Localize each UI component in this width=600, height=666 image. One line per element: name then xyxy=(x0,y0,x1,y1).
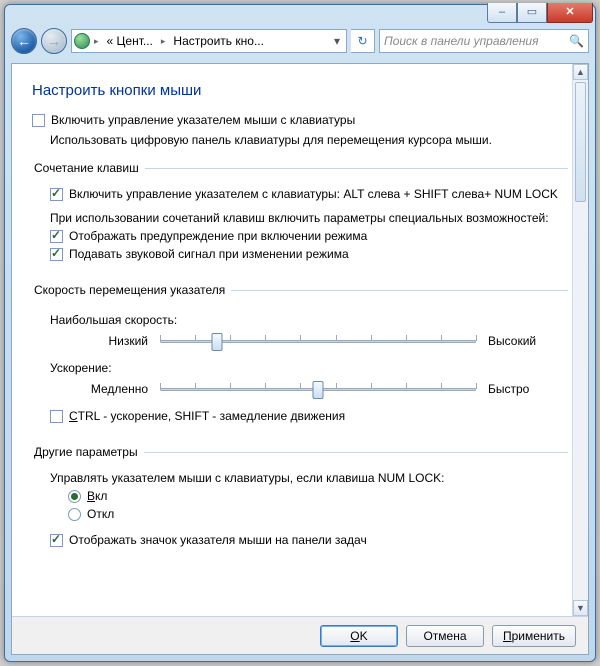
ok-button[interactable]: OK xyxy=(320,625,398,647)
numlock-on-label: Вкл xyxy=(87,489,107,503)
breadcrumb-seg-2[interactable]: Настроить кно... xyxy=(169,34,268,48)
numlock-on-radio[interactable] xyxy=(68,490,81,503)
search-placeholder: Поиск в панели управления xyxy=(384,34,539,48)
breadcrumb-caret: ▸ xyxy=(92,36,101,47)
search-icon[interactable]: 🔍 xyxy=(569,34,584,48)
breadcrumb-caret: ▸ xyxy=(159,36,168,47)
top-speed-low-label: Низкий xyxy=(68,334,148,348)
speed-legend: Скорость перемещения указателя xyxy=(32,283,231,297)
numlock-off-label: Откл xyxy=(87,507,114,521)
warning-label: Отображать предупреждение при включении … xyxy=(69,229,367,243)
control-panel-icon xyxy=(74,33,90,49)
accel-slow-label: Медленно xyxy=(68,382,148,396)
accel-fast-label: Быстро xyxy=(488,382,568,396)
numlock-off-radio[interactable] xyxy=(68,508,81,521)
other-group: Другие параметры Управлять указателем мы… xyxy=(32,445,568,555)
scroll-down-icon[interactable]: ▼ xyxy=(573,600,588,616)
hotkey-enable-label: Включить управление указателем с клавиат… xyxy=(69,187,558,201)
sound-checkbox[interactable] xyxy=(50,248,63,261)
tray-icon-checkbox[interactable] xyxy=(50,534,63,547)
top-speed-slider[interactable] xyxy=(160,331,476,351)
ctrl-shift-label: CTRL - ускорение, SHIFT - замедление дви… xyxy=(69,409,345,423)
window-frame: – ▭ ✕ ← → ▸ « Цент... ▸ Настроить кно...… xyxy=(4,4,596,662)
apply-button[interactable]: Применить xyxy=(492,625,576,647)
hotkey-enable-checkbox[interactable] xyxy=(50,188,63,201)
content-frame: Настроить кнопки мыши Включить управлени… xyxy=(11,63,589,655)
other-legend: Другие параметры xyxy=(32,445,144,459)
maximize-button[interactable]: ▭ xyxy=(517,3,547,23)
scroll-thumb[interactable] xyxy=(575,82,586,202)
enable-mousekeys-checkbox[interactable] xyxy=(32,114,45,127)
search-input[interactable]: Поиск в панели управления 🔍 xyxy=(379,29,589,53)
enable-mousekeys-label: Включить управление указателем мыши с кл… xyxy=(51,113,355,127)
nav-toolbar: ← → ▸ « Цент... ▸ Настроить кно... ▾ ↻ П… xyxy=(11,25,589,57)
accel-slider[interactable] xyxy=(160,379,476,399)
accel-label: Ускорение: xyxy=(50,361,568,375)
hotkeys-group: Сочетание клавиш Включить управление ука… xyxy=(32,161,568,269)
forward-button[interactable]: → xyxy=(41,28,67,54)
close-button[interactable]: ✕ xyxy=(547,3,593,23)
ctrl-shift-checkbox[interactable] xyxy=(50,410,63,423)
warning-checkbox[interactable] xyxy=(50,230,63,243)
top-speed-high-label: Высокий xyxy=(488,334,568,348)
dialog-footer: OK Отмена Применить xyxy=(12,616,588,654)
numlock-label: Управлять указателем мыши с клавиатуры, … xyxy=(50,471,445,485)
page-title: Настроить кнопки мыши xyxy=(32,82,568,99)
cancel-button[interactable]: Отмена xyxy=(406,625,484,647)
breadcrumb-seg-1[interactable]: « Цент... xyxy=(103,34,157,48)
sound-label: Подавать звуковой сигнал при изменении р… xyxy=(69,247,349,261)
scroll-up-icon[interactable]: ▲ xyxy=(573,64,588,80)
speed-group: Скорость перемещения указателя Наибольша… xyxy=(32,283,568,431)
address-bar[interactable]: ▸ « Цент... ▸ Настроить кно... ▾ xyxy=(71,29,347,53)
minimize-button[interactable]: – xyxy=(487,3,517,23)
content-area: Настроить кнопки мыши Включить управлени… xyxy=(12,64,588,616)
hotkeys-legend: Сочетание клавиш xyxy=(32,161,145,175)
titlebar: – ▭ ✕ xyxy=(5,5,595,23)
address-dropdown-icon[interactable]: ▾ xyxy=(330,34,344,48)
vertical-scrollbar[interactable]: ▲ ▼ xyxy=(572,64,588,616)
back-button[interactable]: ← xyxy=(11,28,37,54)
top-speed-label: Наибольшая скорость: xyxy=(50,313,568,327)
enable-mousekeys-description: Использовать цифровую панель клавиатуры … xyxy=(50,133,568,147)
hotkey-subhead: При использовании сочетаний клавиш включ… xyxy=(50,211,549,225)
refresh-button[interactable]: ↻ xyxy=(351,29,375,53)
tray-icon-label: Отображать значок указателя мыши на пане… xyxy=(69,533,367,547)
